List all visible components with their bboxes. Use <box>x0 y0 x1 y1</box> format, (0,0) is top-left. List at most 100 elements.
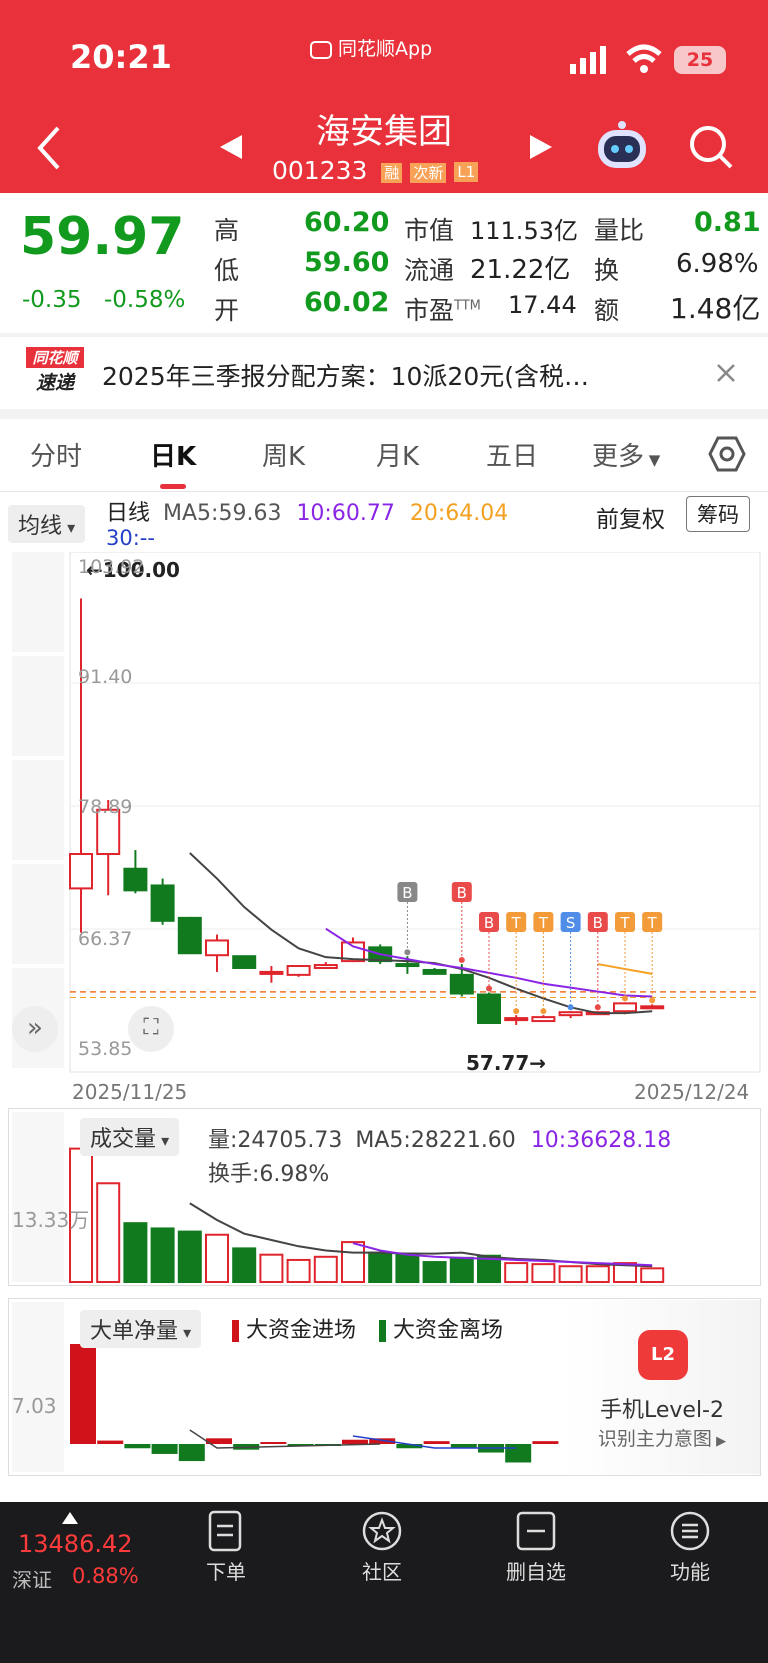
news-ticker[interactable]: 同花顺 速递 2025年三季报分配方案：10派20元(含税… <box>0 337 768 409</box>
volume-bar-down <box>449 1256 474 1284</box>
candle-up <box>69 853 93 890</box>
tab-intraday[interactable]: 分时 <box>30 436 82 473</box>
legend-in-label: 大资金进场 <box>246 1318 357 1343</box>
chips-button[interactable]: 筹码 <box>686 496 750 532</box>
app-badge-text: 同花顺App <box>338 38 433 60</box>
nav-order-label: 下单 <box>206 1560 246 1584</box>
caret-down-icon: ▼ <box>644 451 661 469</box>
close-icon[interactable] <box>716 363 736 383</box>
bigorder-strip <box>12 1302 64 1472</box>
signal-dot <box>458 957 465 964</box>
tab-daily-k[interactable]: 日K <box>150 436 196 473</box>
candle-up <box>558 1011 583 1017</box>
bigorder-bar-in <box>342 1439 368 1444</box>
low-value: 59.60 <box>304 247 390 278</box>
volume-bar-up <box>640 1267 665 1284</box>
expand-left-button[interactable]: » <box>12 1006 58 1052</box>
status-time: 20:21 <box>70 38 172 76</box>
pe-label-text: 市盈 <box>404 296 455 325</box>
robot-icon[interactable] <box>594 120 650 172</box>
chips-strip <box>12 864 64 964</box>
community-star-icon <box>362 1511 402 1551</box>
nav-order[interactable]: 下单 <box>166 1510 286 1585</box>
nav-community[interactable]: 社区 <box>322 1510 442 1585</box>
signal-label: B <box>593 914 603 932</box>
nav-remove-watch[interactable]: 删自选 <box>476 1510 596 1585</box>
price-tick-2: 91.40 <box>78 666 133 688</box>
panel-gap <box>0 1484 768 1502</box>
price-tick-4: 66.37 <box>78 928 133 950</box>
index-value[interactable]: 13486.42 <box>18 1530 133 1558</box>
chips-strip <box>12 552 64 652</box>
price-tick-5: 53.85 <box>78 1038 133 1060</box>
pe-label: 市盈TTM <box>404 291 481 327</box>
price-change: -0.35 <box>22 287 82 313</box>
volume-bar-up <box>205 1233 229 1283</box>
signal-label: B <box>457 884 467 902</box>
tag-margin: 融 <box>381 162 403 183</box>
volume-axis-label: 13.33万 <box>12 1208 90 1232</box>
tab-active-indicator <box>160 484 186 489</box>
tag-l1: L1 <box>454 162 479 182</box>
volume-dropdown[interactable]: 成交量 <box>80 1118 180 1156</box>
adjust-label[interactable]: 前复权 <box>596 500 665 534</box>
pe-ttm: TTM <box>454 298 481 314</box>
price-tick-1: 103.92 <box>78 556 145 578</box>
level2-promo[interactable]: L2 手机Level-2 识别主力意图 ▶ <box>564 1300 760 1474</box>
volume-legend: 量:24705.73 MA5:28221.60 10:36628.18 <box>208 1122 671 1154</box>
level2-subtitle: 识别主力意图 ▶ <box>564 1424 760 1451</box>
tab-monthly-k[interactable]: 月K <box>376 436 419 473</box>
bigorder-bar-in <box>70 1344 96 1444</box>
volume-bar-down <box>422 1261 447 1284</box>
turnover-value: 6.98% <box>676 249 759 279</box>
battery-level: 25 <box>686 49 714 71</box>
amount-value: 1.48亿 <box>670 292 761 325</box>
prev-stock-icon[interactable] <box>218 133 244 161</box>
bigorder-bar-in <box>260 1442 287 1444</box>
pe-value: 17.44 <box>508 291 577 319</box>
tab-weekly-k[interactable]: 周K <box>262 436 305 473</box>
index-name: 深证 <box>12 1568 52 1592</box>
candle-up <box>286 965 311 976</box>
next-stock-icon[interactable] <box>528 133 554 161</box>
back-chevron-icon[interactable] <box>34 124 64 172</box>
candle-up <box>504 1017 529 1022</box>
candle-down <box>123 867 148 892</box>
news-logo-bottom: 速递 <box>35 372 74 394</box>
volume-bar-up <box>341 1241 365 1284</box>
tab-more[interactable]: 更多 ▼ <box>592 436 660 473</box>
candle-up <box>613 1002 637 1013</box>
volume-bar-down <box>395 1252 420 1284</box>
chart-frame <box>69 552 761 1073</box>
tab-divider <box>0 491 768 492</box>
search-icon[interactable] <box>688 124 734 170</box>
low-label: 低 <box>214 256 240 285</box>
bigorder-bar-out <box>178 1444 205 1462</box>
stock-name: 海安集团 <box>316 112 452 152</box>
tag-new: 次新 <box>410 162 447 183</box>
signal-dot <box>594 1004 601 1011</box>
volume-bar-up <box>96 1182 121 1283</box>
volume-ma5-line <box>189 1202 653 1268</box>
signal-label: B <box>484 914 494 932</box>
settings-hex-icon[interactable] <box>708 435 746 473</box>
signal-dot <box>540 1008 547 1015</box>
bottom-bar: 13486.42 深证 0.88% 下单 社区 删自选 功能 <box>0 1502 768 1663</box>
high-label: 高 <box>214 216 240 245</box>
bigorder-dropdown[interactable]: 大单净量 <box>80 1310 202 1348</box>
functions-menu-icon <box>670 1511 710 1551</box>
bigorder-bar-in <box>532 1441 559 1444</box>
candle-down <box>150 884 175 922</box>
candle-down <box>449 973 474 995</box>
nav-functions-label: 功能 <box>670 1560 710 1584</box>
tab-five-day[interactable]: 五日 <box>486 436 538 473</box>
nav-functions[interactable]: 功能 <box>630 1510 750 1585</box>
fullscreen-button[interactable]: ⛶ <box>128 1006 174 1052</box>
level2-title: 手机Level-2 <box>599 1398 724 1423</box>
bigorder-bar-in <box>97 1440 124 1444</box>
candle-up <box>531 1016 556 1023</box>
min-price-label: 57.77→ <box>466 1051 547 1075</box>
ma-dropdown[interactable]: 均线 <box>8 505 86 543</box>
volume-bar-up <box>286 1258 311 1284</box>
candle-up <box>259 970 284 975</box>
